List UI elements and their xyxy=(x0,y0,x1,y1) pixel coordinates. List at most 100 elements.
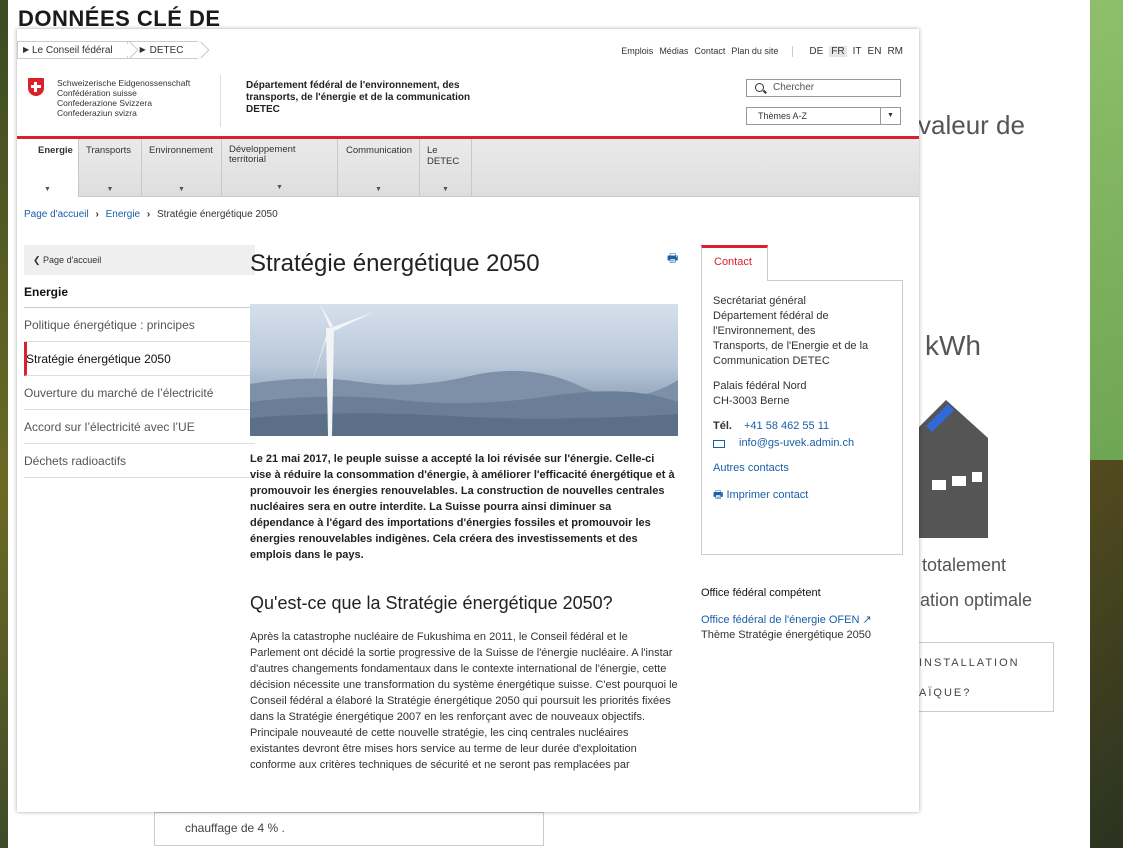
background-aique-text: AÏQUE? xyxy=(919,687,972,699)
themes-label: Thèmes A-Z xyxy=(758,111,808,121)
chevron-down-icon: ▼ xyxy=(44,186,51,193)
sidebar-item-label: Déchets radioactifs xyxy=(24,454,127,468)
confederation-de: Schweizerische Eidgenossenschaft xyxy=(57,78,191,88)
sidebar-item-politique[interactable]: Politique énergétique : principes xyxy=(24,308,255,342)
browser-window: ▶ Le Conseil fédéral ▶ DETEC Emplois Méd… xyxy=(17,29,919,812)
contact-line: Secrétariat général xyxy=(713,295,806,307)
confederation-rm: Confederaziun svizra xyxy=(57,108,137,118)
arrow-right-icon: ▶ xyxy=(23,45,30,54)
search-input[interactable]: Chercher xyxy=(746,79,901,97)
office-link[interactable]: Office fédéral de l'énergie OFEN ↗ xyxy=(701,613,872,626)
background-installation-box[interactable]: INSTALLATION AÏQUE? xyxy=(906,642,1054,712)
section-title: Qu'est-ce que la Stratégie énergétique 2… xyxy=(250,593,613,613)
phone-link[interactable]: +41 58 462 55 11 xyxy=(744,419,829,434)
chevron-down-icon: ▼ xyxy=(106,186,114,193)
sidebar-heading[interactable]: Energie xyxy=(24,275,255,308)
sidebar-item-accord[interactable]: Accord sur l’électricité avec l’UE xyxy=(24,410,255,444)
nav-label: Environnement xyxy=(149,145,213,156)
link-plan-du-site[interactable]: Plan du site xyxy=(731,46,778,57)
office-heading: Office fédéral compétent xyxy=(701,587,821,599)
background-installation-text: INSTALLATION xyxy=(919,657,1020,669)
nav-energie[interactable]: Energie ▼ xyxy=(17,139,79,197)
contact-line: Transports, de l'Energie et de la xyxy=(713,340,869,352)
lang-rm[interactable]: RM xyxy=(887,46,903,57)
nav-le-detec[interactable]: Le DETEC ▼ xyxy=(420,139,472,197)
top-crumb-label: DETEC xyxy=(149,45,184,56)
printer-icon[interactable]: 🖶 xyxy=(667,249,678,270)
nav-developpement[interactable]: Développement territorial ▼ xyxy=(222,139,338,197)
background-totalement-text: totalement xyxy=(922,555,1007,575)
body-paragraph: Après la catastrophe nucléaire de Fukush… xyxy=(250,631,678,771)
nav-communication[interactable]: Communication ▼ xyxy=(338,139,420,197)
breadcrumb-energie[interactable]: Energie xyxy=(106,209,140,220)
email-link[interactable]: info@gs-uvek.admin.ch xyxy=(739,436,854,451)
other-contacts-link[interactable]: Autres contacts xyxy=(713,461,891,476)
breadcrumb-separator-icon: › xyxy=(95,209,99,220)
background-green-panel xyxy=(1090,0,1123,460)
sidebar: ❮ Page d'accueil Energie Politique énerg… xyxy=(24,245,255,478)
lang-de[interactable]: DE xyxy=(809,46,823,57)
chevron-down-icon: ▼ xyxy=(276,184,283,191)
sidebar-item-strategie[interactable]: Stratégie énergétique 2050 xyxy=(24,342,255,376)
chevron-down-icon: ▼ xyxy=(880,108,900,124)
nav-label: Développement territorial xyxy=(229,144,296,165)
nav-environnement[interactable]: Environnement ▼ xyxy=(142,139,222,197)
search-icon xyxy=(755,83,764,92)
link-contact[interactable]: Contact xyxy=(694,46,725,57)
contact-line: Département fédéral de xyxy=(713,310,829,322)
confederation-names[interactable]: Schweizerische Eidgenossenschaft Confédé… xyxy=(57,78,190,118)
breadcrumb-separator-icon: › xyxy=(146,209,151,220)
top-crumb-label: Le Conseil fédéral xyxy=(32,45,113,56)
sidebar-item-label: Ouverture du marché de l’électricité xyxy=(24,386,214,400)
sidebar-back-label: Page d'accueil xyxy=(43,255,102,265)
top-bar: ▶ Le Conseil fédéral ▶ DETEC Emplois Méd… xyxy=(17,29,919,67)
language-switcher: DE FR IT EN RM xyxy=(792,46,903,57)
contact-line: l'Environnement, des xyxy=(713,325,816,337)
tab-contact[interactable]: Contact xyxy=(701,245,768,281)
sidebar-item-label: Stratégie énergétique 2050 xyxy=(26,352,171,366)
breadcrumb: Page d'accueil › Energie › Stratégie éne… xyxy=(24,209,278,220)
lead-paragraph: Le 21 mai 2017, le peuple suisse a accep… xyxy=(250,453,675,561)
sidebar-item-dechets[interactable]: Déchets radioactifs xyxy=(24,444,255,478)
breadcrumb-current: Stratégie énergétique 2050 xyxy=(157,209,278,220)
department-name[interactable]: Département fédéral de l'environnement, … xyxy=(246,80,486,116)
swiss-flag-icon[interactable] xyxy=(28,78,44,96)
sidebar-back-button[interactable]: ❮ Page d'accueil xyxy=(24,245,255,275)
themes-select[interactable]: Thèmes A-Z ▼ xyxy=(746,107,901,125)
printer-icon: 🖶 xyxy=(713,489,727,501)
chevron-left-icon: ❮ xyxy=(33,255,44,265)
link-emplois[interactable]: Emplois xyxy=(621,46,653,57)
background-optimale-text: ation optimale xyxy=(920,590,1033,610)
breadcrumb-home[interactable]: Page d'accueil xyxy=(24,209,89,220)
envelope-icon xyxy=(713,440,725,448)
crumb-tip xyxy=(192,41,210,59)
background-kwh-text: kWh xyxy=(925,330,981,361)
contact-box: Secrétariat général Département fédéral … xyxy=(701,280,903,555)
top-links: Emplois Médias Contact Plan du site DE F… xyxy=(615,46,903,57)
sidebar-item-ouverture[interactable]: Ouverture du marché de l’électricité xyxy=(24,376,255,410)
search-placeholder: Chercher xyxy=(773,82,815,93)
background-chauffage-text: chauffage de 4 % . xyxy=(185,821,285,835)
contact-address-line: Palais fédéral Nord xyxy=(713,380,807,392)
contact-address-line: CH-3003 Berne xyxy=(713,395,790,407)
lang-it[interactable]: IT xyxy=(853,46,862,57)
house-illustration-icon xyxy=(918,400,988,538)
top-breadcrumb: ▶ Le Conseil fédéral ▶ DETEC xyxy=(17,41,210,59)
header-divider xyxy=(220,75,221,127)
sidebar-item-label: Politique énergétique : principes xyxy=(24,318,195,332)
link-medias[interactable]: Médias xyxy=(659,46,688,57)
lang-fr[interactable]: FR xyxy=(829,46,847,57)
confederation-it: Confederazione Svizzera xyxy=(57,98,152,108)
nav-label: Energie xyxy=(38,145,73,156)
chevron-down-icon: ▼ xyxy=(442,186,449,193)
nav-label: Communication xyxy=(346,145,412,156)
wind-turbine-illustration xyxy=(250,304,678,436)
hero-image xyxy=(250,304,678,436)
background-valeur-text: valeur de xyxy=(918,110,1025,140)
arrow-right-icon: ▶ xyxy=(139,45,146,54)
nav-transports[interactable]: Transports ▼ xyxy=(79,139,142,197)
top-crumb-conseil[interactable]: ▶ Le Conseil fédéral xyxy=(17,41,139,59)
office-link-label: Office fédéral de l'énergie OFEN xyxy=(701,614,860,626)
lang-en[interactable]: EN xyxy=(868,46,882,57)
print-contact-link[interactable]: 🖶 Imprimer contact xyxy=(713,488,891,503)
